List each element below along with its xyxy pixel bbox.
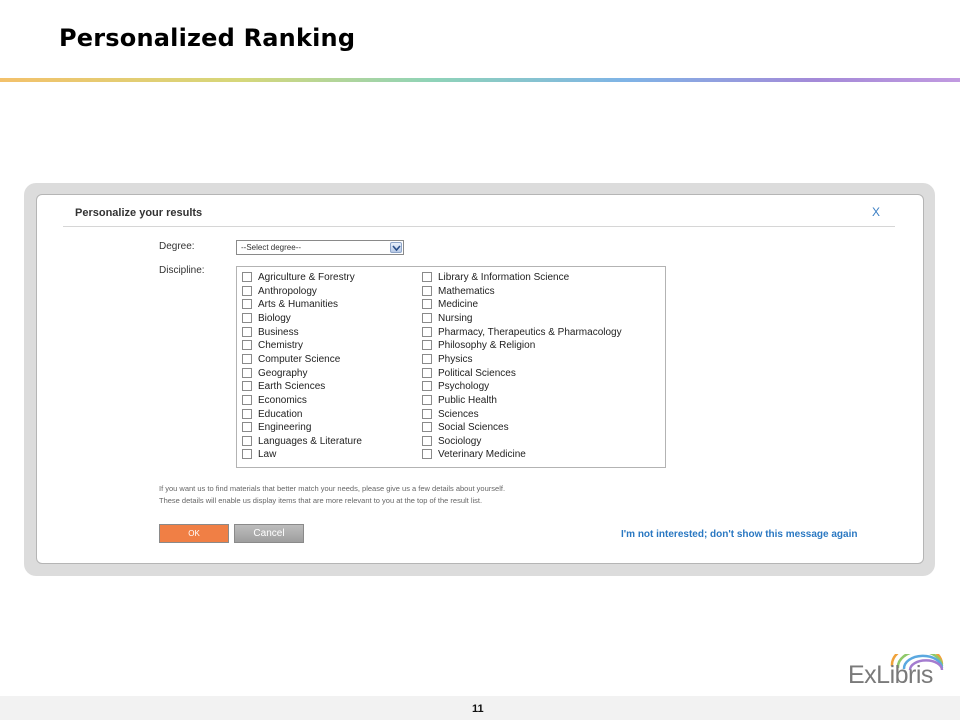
discipline-label-text: Psychology — [438, 381, 490, 393]
discipline-label-text: Computer Science — [258, 353, 341, 365]
discipline-label-text: Social Sciences — [438, 422, 509, 434]
discipline-checkbox[interactable] — [242, 326, 252, 337]
discipline-checkbox[interactable] — [422, 285, 432, 296]
chevron-down-icon[interactable] — [390, 242, 402, 253]
discipline-label-text: Law — [258, 449, 277, 461]
discipline-checkbox[interactable] — [242, 408, 252, 419]
ok-button[interactable]: OK — [159, 524, 229, 543]
discipline-checkbox[interactable] — [422, 422, 432, 433]
logo-text: ExLibris — [848, 661, 933, 689]
discipline-checkbox[interactable] — [422, 408, 432, 419]
discipline-checkbox[interactable] — [242, 381, 252, 392]
discipline-label-text: Anthropology — [258, 285, 317, 297]
discipline-checkbox[interactable] — [242, 299, 252, 310]
discipline-checkbox[interactable] — [422, 272, 432, 282]
discipline-label-text: Business — [258, 326, 299, 338]
exlibris-logo: ExLibris — [848, 654, 948, 690]
page-number: 11 — [472, 703, 484, 715]
info-text-line-1: If you want us to find materials that be… — [159, 484, 506, 493]
discipline-label-text: Library & Information Science — [438, 272, 570, 283]
discipline-label-text: Medicine — [438, 299, 479, 311]
discipline-checkbox[interactable] — [422, 367, 432, 378]
discipline-label-text: Geography — [258, 367, 308, 379]
degree-select[interactable]: --Select degree-- — [236, 240, 404, 255]
discipline-label-text: Earth Sciences — [258, 381, 326, 393]
discipline-checkbox[interactable] — [242, 394, 252, 405]
discipline-label-text: Languages & Literature — [258, 435, 362, 447]
discipline-label-text: Agriculture & Forestry — [258, 272, 355, 283]
dialog-title: Personalize your results — [75, 207, 203, 219]
discipline-checkbox[interactable] — [242, 285, 252, 296]
discipline-checkbox[interactable] — [422, 312, 432, 323]
cancel-button[interactable]: Cancel — [234, 524, 304, 543]
discipline-label-text: Nursing — [438, 312, 473, 324]
discipline-label-text: Education — [258, 408, 303, 420]
discipline-label-text: Physics — [438, 353, 473, 365]
discipline-checkbox[interactable] — [242, 435, 252, 446]
discipline-label-text: Public Health — [438, 394, 497, 406]
discipline-checkbox[interactable] — [422, 299, 432, 310]
discipline-checkbox[interactable] — [242, 353, 252, 364]
discipline-checkbox[interactable] — [242, 340, 252, 351]
discipline-checkbox[interactable] — [422, 381, 432, 392]
discipline-label-text: Chemistry — [258, 340, 304, 352]
discipline-label: Discipline: — [159, 265, 205, 276]
discipline-checkbox[interactable] — [242, 272, 252, 282]
discipline-checkbox[interactable] — [422, 394, 432, 405]
discipline-label-text: Sciences — [438, 408, 479, 420]
discipline-checkbox[interactable] — [422, 353, 432, 364]
close-button[interactable]: X — [872, 205, 880, 219]
discipline-checkbox[interactable] — [242, 312, 252, 323]
discipline-label-text: Arts & Humanities — [258, 299, 339, 311]
degree-label: Degree: — [159, 241, 195, 252]
slide-title: Personalized Ranking — [59, 24, 356, 52]
discipline-label-text: Veterinary Medicine — [438, 449, 526, 461]
discipline-label-text: Mathematics — [438, 285, 495, 297]
info-text-line-2: These details will enable us display ite… — [159, 496, 483, 505]
discipline-label-text: Pharmacy, Therapeutics & Pharmacology — [438, 326, 622, 338]
discipline-checkbox[interactable] — [242, 449, 252, 460]
discipline-label-text: Economics — [258, 394, 307, 406]
degree-select-value: --Select degree-- — [241, 243, 302, 252]
discipline-label-text: Philosophy & Religion — [438, 340, 536, 352]
discipline-checkbox[interactable] — [422, 435, 432, 446]
discipline-checkbox[interactable] — [422, 340, 432, 351]
discipline-label-text: Sociology — [438, 435, 482, 447]
discipline-checkbox[interactable] — [242, 367, 252, 378]
not-interested-link[interactable]: I'm not interested; don't show this mess… — [621, 529, 857, 540]
discipline-checkbox[interactable] — [422, 326, 432, 337]
discipline-checkbox[interactable] — [242, 422, 252, 433]
discipline-checkbox[interactable] — [422, 449, 432, 460]
discipline-label-text: Political Sciences — [438, 367, 516, 379]
discipline-label-text: Biology — [258, 312, 291, 324]
discipline-label-text: Engineering — [258, 422, 312, 434]
title-gradient-rule — [0, 78, 960, 82]
dialog-separator — [63, 226, 895, 227]
